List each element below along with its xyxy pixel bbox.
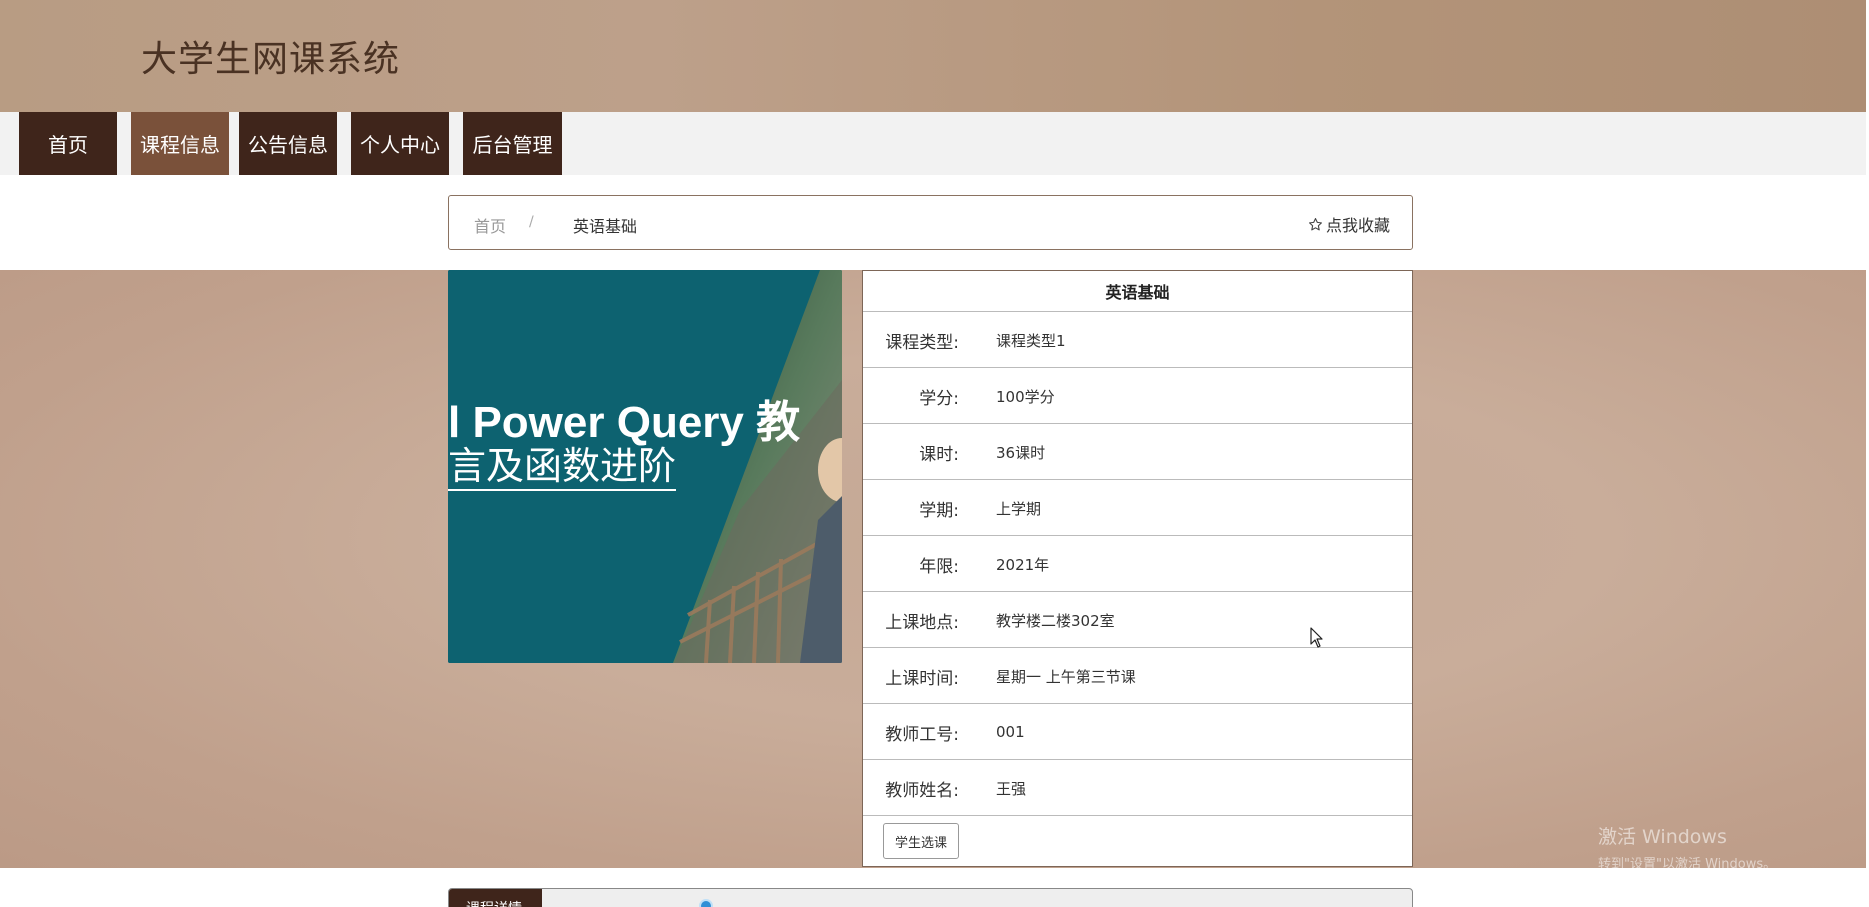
detail-row-year: 年限: 2021年 [863,536,1412,592]
site-header: 大学生网课系统 [0,0,1869,112]
watermark-line2: 转到"设置"以激活 Windows。 [1598,857,1777,872]
detail-value: 星期一 上午第三节课 [996,667,1136,686]
detail-value: 上学期 [996,499,1042,518]
detail-row-location: 上课地点: 教学楼二楼302室 [863,592,1412,648]
tab-course-detail[interactable]: 课程详情 [449,889,542,907]
detail-row-class-time: 上课时间: 星期一 上午第三节课 [863,648,1412,704]
detail-row-teacher-id: 教师工号: 001 [863,704,1412,760]
detail-value: 36课时 [996,443,1046,462]
detail-label: 学分: [919,388,959,409]
breadcrumb-separator: / [529,214,534,230]
star-icon [1308,217,1322,230]
detail-row-semester: 学期: 上学期 [863,480,1412,536]
course-details-panel: 英语基础 课程类型: 课程类型1 学分: 100学分 课时: 36课时 学期: … [862,270,1413,867]
detail-label: 年限: [919,556,959,577]
detail-label: 课时: [919,444,959,465]
detail-label: 学期: [919,500,959,521]
detail-value: 王强 [996,779,1027,798]
detail-value: 课程类型1 [996,331,1066,350]
nav-item-admin[interactable]: 后台管理 [463,112,562,175]
course-detail-tabs: 课程详情 [448,888,1413,907]
course-name: 英语基础 [863,271,1412,312]
detail-value: 100学分 [996,387,1055,406]
carousel-dot-icon[interactable] [699,899,713,907]
breadcrumb: 首页 / 英语基础 点我收藏 [448,195,1413,250]
detail-label: 课程类型: [885,332,959,353]
mouse-cursor-icon [1310,627,1323,648]
detail-row-course-type: 课程类型: 课程类型1 [863,312,1412,368]
detail-label: 上课地点: [885,612,959,633]
breadcrumb-current: 英语基础 [573,217,638,236]
detail-value: 2021年 [996,555,1050,574]
breadcrumb-home-link[interactable]: 首页 [474,213,506,237]
detail-row-hours: 课时: 36课时 [863,424,1412,480]
detail-row-teacher-name: 教师姓名: 王强 [863,760,1412,816]
detail-row-credits: 学分: 100学分 [863,368,1412,424]
nav-item-personal-center[interactable]: 个人中心 [351,112,449,175]
nav-item-courses[interactable]: 课程信息 [131,112,229,175]
detail-value: 001 [996,723,1025,741]
nav-item-announcements[interactable]: 公告信息 [239,112,337,175]
site-title: 大学生网课系统 [141,39,401,80]
windows-activation-watermark: 激活 Windows 转到"设置"以激活 Windows。 [1598,822,1776,872]
favorite-button[interactable]: 点我收藏 [1308,212,1390,236]
favorite-label: 点我收藏 [1325,216,1390,235]
watermark-line1: 激活 Windows [1598,826,1727,848]
main-nav: 首页 课程信息 公告信息 个人中心 后台管理 [0,112,1869,175]
nav-item-home[interactable]: 首页 [19,112,117,175]
detail-label: 教师姓名: [885,780,959,801]
detail-value: 教学楼二楼302室 [996,611,1115,630]
detail-label: 教师工号: [885,724,959,745]
course-cover-image: l Power Query 教 言及函数进阶 [448,270,842,663]
cover-headline: l Power Query 教 [448,398,801,447]
enroll-button[interactable]: 学生选课 [883,823,959,859]
cover-subheadline: 言及函数进阶 [448,445,677,491]
detail-label: 上课时间: [885,668,959,689]
